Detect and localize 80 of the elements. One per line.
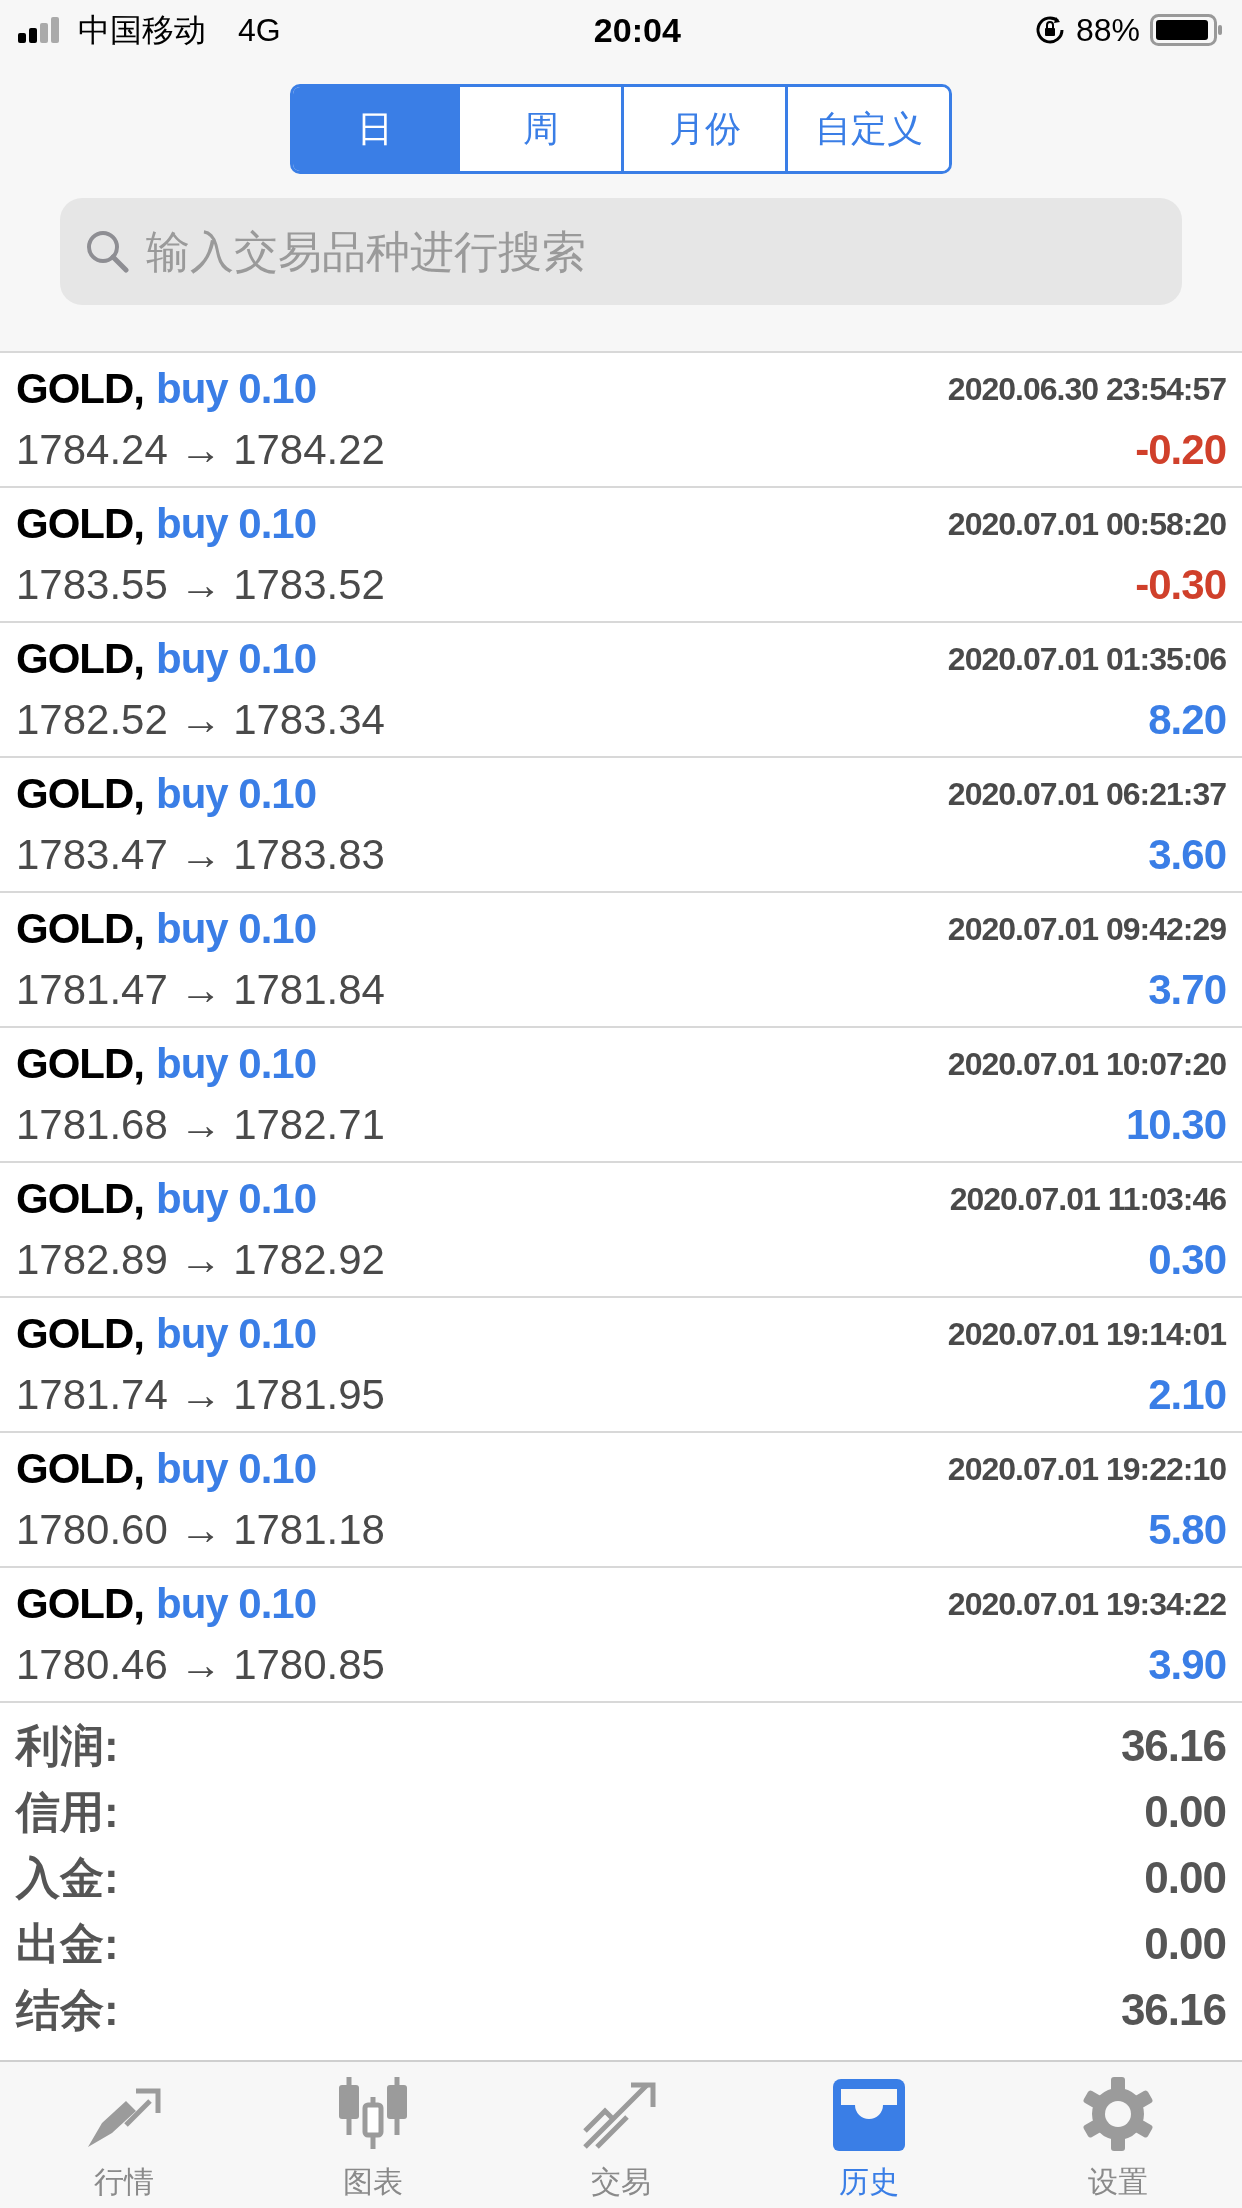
profit-value: 0.30 (1148, 1235, 1226, 1285)
symbol-label: GOLD, (16, 634, 144, 684)
trade-type-label: buy 0.10 (156, 904, 317, 954)
carrier-name: 中国移动 (78, 11, 206, 50)
summary-label: 信用: (16, 1785, 119, 1838)
profit-value: 5.80 (1148, 1505, 1226, 1555)
profit-value: 3.70 (1148, 965, 1226, 1015)
profit-value: 10.30 (1125, 1100, 1226, 1150)
period-tab[interactable]: 周 (457, 87, 621, 171)
trade-type-label: buy 0.10 (156, 1039, 317, 1089)
trade-type-label: buy 0.10 (156, 499, 317, 549)
summary-value: 36.16 (1120, 1719, 1226, 1772)
profit-value: -0.30 (1135, 560, 1226, 610)
battery-percent: 88% (1075, 11, 1140, 50)
price-change: 1781.47 → 1781.84 (16, 965, 385, 1015)
trade-type-label: buy 0.10 (156, 1174, 317, 1224)
tab-bar-item[interactable]: 图表 (248, 2062, 497, 2208)
symbol-label: GOLD, (16, 1309, 144, 1359)
deal-time: 2020.07.01 09:42:29 (947, 909, 1226, 949)
symbol-label: GOLD, (16, 1174, 144, 1224)
symbol-label: GOLD, (16, 499, 144, 549)
trade-type-label: buy 0.10 (156, 364, 317, 414)
price-change: 1784.24 → 1784.22 (16, 425, 385, 475)
summary-value: 36.16 (1120, 1983, 1226, 2036)
clock: 20:04 (592, 9, 682, 51)
summary-value: 0.00 (1144, 1851, 1226, 1904)
trade-type-label: buy 0.10 (156, 634, 317, 684)
deal-time: 2020.07.01 00:58:20 (947, 504, 1226, 544)
profit-value: 3.90 (1148, 1640, 1226, 1690)
profit-value: 2.10 (1148, 1370, 1226, 1420)
deal-time: 2020.07.01 19:14:01 (947, 1314, 1226, 1354)
trade-type-label: buy 0.10 (156, 1444, 317, 1494)
profit-value: -0.20 (1135, 425, 1226, 475)
summary-value: 0.00 (1144, 1785, 1226, 1838)
deal-time: 2020.07.01 19:22:10 (947, 1449, 1226, 1489)
symbol-label: GOLD, (16, 769, 144, 819)
summary-label: 结余: (16, 1983, 119, 2036)
summary-label: 利润: (16, 1719, 119, 1772)
deal-time: 2020.06.30 23:54:57 (947, 369, 1226, 409)
period-tab[interactable]: 日 (293, 87, 457, 171)
tab-bar-item[interactable]: 行情 (0, 2062, 249, 2208)
price-change: 1781.68 → 1782.71 (16, 1100, 385, 1150)
inbox-icon (831, 2079, 908, 2151)
network-type: 4G (238, 11, 281, 50)
summary-value: 0.00 (1144, 1917, 1226, 1970)
symbol-label: GOLD, (16, 1579, 144, 1629)
trade-type-label: buy 0.10 (156, 1579, 317, 1629)
trend-arrow-icon (583, 2081, 659, 2151)
price-change: 1782.89 → 1782.92 (16, 1235, 385, 1285)
price-change: 1782.52 → 1783.34 (16, 695, 385, 745)
symbol-label: GOLD, (16, 904, 144, 954)
profit-value: 8.20 (1148, 695, 1226, 745)
price-change: 1781.74 → 1781.95 (16, 1370, 385, 1420)
search-field[interactable]: 输入交易品种进行搜索 (60, 198, 1182, 305)
battery-icon (1150, 14, 1224, 46)
price-change: 1783.47 → 1783.83 (16, 830, 385, 880)
price-change: 1783.55 → 1783.52 (16, 560, 385, 610)
period-tab[interactable]: 自定义 (785, 87, 949, 171)
price-change: 1780.60 → 1781.18 (16, 1505, 385, 1555)
deal-time: 2020.07.01 11:03:46 (949, 1179, 1226, 1219)
settings-icon (1080, 2077, 1155, 2151)
tab-bar-item[interactable]: 历史 (745, 2062, 994, 2208)
summary-label: 出金: (16, 1917, 119, 1970)
deal-time: 2020.07.01 01:35:06 (947, 639, 1226, 679)
price-change: 1780.46 → 1780.85 (16, 1640, 385, 1690)
deal-time: 2020.07.01 06:21:37 (947, 774, 1226, 814)
trade-type-label: buy 0.10 (156, 1309, 317, 1359)
period-tab[interactable]: 月份 (621, 87, 785, 171)
summary-label: 入金: (16, 1851, 119, 1904)
trade-type-label: buy 0.10 (156, 769, 317, 819)
symbol-label: GOLD, (16, 1039, 144, 1089)
symbol-label: GOLD, (16, 364, 144, 414)
profit-value: 3.60 (1148, 830, 1226, 880)
symbol-label: GOLD, (16, 1444, 144, 1494)
rotation-lock-icon (1033, 14, 1066, 46)
deal-time: 2020.07.01 10:07:20 (947, 1044, 1226, 1084)
tab-bar-item[interactable]: 交易 (496, 2062, 746, 2208)
search-icon (84, 228, 130, 274)
tab-bar-item[interactable]: 设置 (993, 2062, 1242, 2208)
deal-time: 2020.07.01 19:34:22 (947, 1584, 1226, 1624)
